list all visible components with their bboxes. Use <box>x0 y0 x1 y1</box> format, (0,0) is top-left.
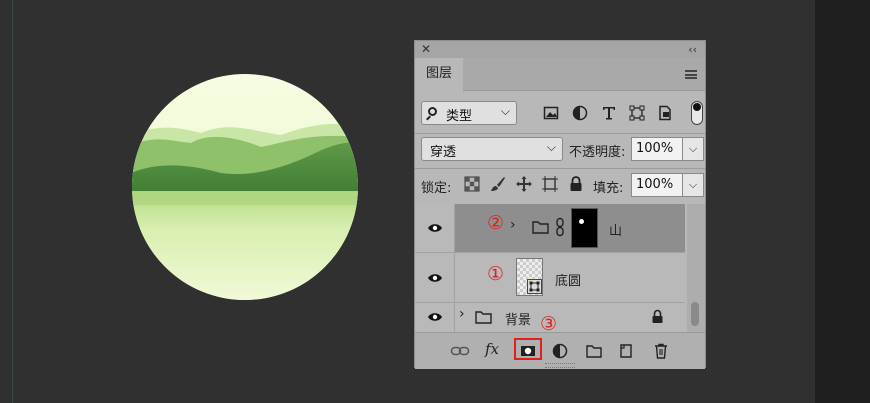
trash-icon[interactable] <box>652 342 670 360</box>
new-group-folder-icon[interactable] <box>585 342 603 360</box>
lock-row: 锁定: 填充: 100% ⌵ <box>421 172 704 198</box>
eye-icon[interactable] <box>427 223 443 233</box>
smart-object-filter-icon[interactable] <box>657 105 673 121</box>
layer-name-mountain[interactable]: 山 <box>609 220 622 239</box>
opacity-label: 不透明度: <box>569 145 626 160</box>
lock-transparent-pixels-icon[interactable] <box>463 175 481 193</box>
layer-list-scrollbar[interactable] <box>687 204 705 332</box>
layer-name-base-circle[interactable]: 底圆 <box>555 270 581 289</box>
close-icon[interactable]: ✕ <box>421 41 431 58</box>
layer-thumbnail[interactable] <box>516 258 543 296</box>
adjustment-filter-icon[interactable] <box>572 105 588 121</box>
shape-layer-badge-icon <box>527 279 542 294</box>
panel-menu-icon[interactable] <box>685 70 697 79</box>
layers-panel: ✕ ‹‹ 图层 类型 ⌵ 穿透 ⌵ 不透明度: 100% ⌵ 锁定: 填充: 1… <box>414 40 706 369</box>
panel-titlebar[interactable]: ✕ ‹‹ <box>415 41 705 58</box>
annotation-2: ② <box>487 212 505 234</box>
blend-row: 穿透 ⌵ 不透明度: 100% ⌵ <box>421 137 704 163</box>
lock-artboard-icon[interactable] <box>541 175 559 193</box>
expand-chevron-icon[interactable]: › <box>459 306 465 322</box>
fill-dropdown-button[interactable]: ⌵ <box>682 173 704 197</box>
eye-icon[interactable] <box>427 312 443 322</box>
shape-filter-icon[interactable] <box>629 105 645 121</box>
blend-mode-value: 穿透 <box>430 145 457 160</box>
opacity-input[interactable]: 100% <box>631 137 683 161</box>
opacity-dropdown-button[interactable]: ⌵ <box>682 137 704 161</box>
folder-icon <box>532 221 549 234</box>
lock-image-pixels-icon[interactable] <box>489 175 507 193</box>
link-layers-icon[interactable] <box>450 342 470 360</box>
annotation-1: ① <box>487 263 505 285</box>
add-layer-mask-icon[interactable] <box>519 342 537 360</box>
filter-row: 类型 ⌵ <box>421 101 703 129</box>
panel-bottom-toolbar: ③ fx <box>415 313 705 369</box>
lock-position-icon[interactable] <box>515 175 533 193</box>
filter-toggle[interactable] <box>691 101 703 125</box>
layer-mask-thumbnail[interactable] <box>571 208 598 248</box>
annotation-3: ③ <box>540 313 558 335</box>
scrollbar-thumb[interactable] <box>691 302 699 326</box>
fx-icon[interactable]: fx <box>485 340 499 358</box>
expand-chevron-icon[interactable]: › <box>510 217 516 233</box>
filter-type-label: 类型 <box>446 109 473 124</box>
type-filter-icon[interactable] <box>601 105 617 121</box>
folder-icon <box>475 311 492 324</box>
circle-landscape-artwork <box>132 74 358 300</box>
collapse-icon[interactable]: ‹‹ <box>688 41 697 58</box>
search-icon <box>428 107 437 116</box>
panel-tab-row: 图层 <box>415 58 705 91</box>
guide-line <box>12 0 13 403</box>
divider <box>415 168 705 169</box>
eye-icon[interactable] <box>427 273 443 283</box>
new-layer-icon[interactable] <box>617 342 635 360</box>
canvas-edge <box>815 0 870 403</box>
chevron-down-icon: ⌵ <box>500 104 510 118</box>
tab-layers[interactable]: 图层 <box>415 58 463 91</box>
fill-input[interactable]: 100% <box>631 173 683 197</box>
layer-row-mountain[interactable]: ② › 山 <box>415 204 685 253</box>
pixel-filter-icon[interactable] <box>543 105 559 121</box>
fill-label: 填充: <box>593 181 624 196</box>
lock-icon <box>652 309 663 323</box>
resize-grip[interactable] <box>545 363 575 368</box>
adjustment-layer-icon[interactable] <box>551 342 569 360</box>
mask-link-icon[interactable] <box>555 217 565 237</box>
layer-row-base-circle[interactable]: ① 底圆 <box>415 253 685 303</box>
blend-mode-select[interactable]: 穿透 ⌵ <box>421 137 563 161</box>
divider <box>415 133 705 134</box>
lock-all-icon[interactable] <box>567 175 585 193</box>
layer-name-background[interactable]: 背景 <box>505 309 531 328</box>
lock-label: 锁定: <box>421 181 452 196</box>
chevron-down-icon: ⌵ <box>546 140 556 154</box>
filter-type-select[interactable]: 类型 ⌵ <box>421 101 517 125</box>
